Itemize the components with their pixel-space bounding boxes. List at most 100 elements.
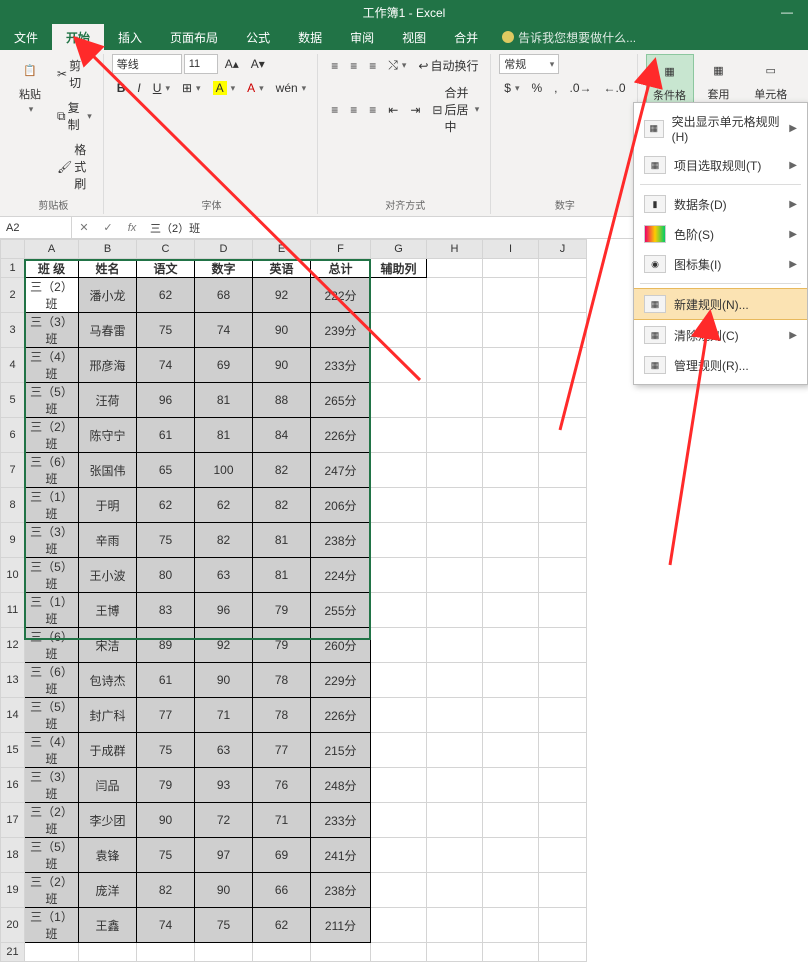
menu-home[interactable]: 开始 bbox=[52, 24, 104, 50]
cell[interactable] bbox=[371, 628, 427, 663]
cell[interactable]: 81 bbox=[195, 418, 253, 453]
cell[interactable] bbox=[483, 259, 539, 278]
cell[interactable]: 三（3）班 bbox=[25, 523, 79, 558]
cell[interactable]: 96 bbox=[195, 593, 253, 628]
enter-fx-button[interactable]: ✓ bbox=[96, 221, 120, 234]
cell[interactable] bbox=[483, 768, 539, 803]
cell[interactable]: 74 bbox=[137, 348, 195, 383]
cell[interactable] bbox=[371, 733, 427, 768]
cell[interactable]: 三（5）班 bbox=[25, 698, 79, 733]
percent-button[interactable]: % bbox=[526, 78, 547, 98]
cell[interactable]: 79 bbox=[253, 628, 311, 663]
cell[interactable]: 65 bbox=[137, 453, 195, 488]
row-16[interactable]: 16 bbox=[1, 768, 25, 803]
cell[interactable] bbox=[539, 259, 587, 278]
cell[interactable]: 三（6）班 bbox=[25, 628, 79, 663]
cell[interactable] bbox=[483, 663, 539, 698]
format-painter-button[interactable]: 🖌 格式刷 bbox=[52, 138, 97, 195]
cell[interactable]: 75 bbox=[137, 838, 195, 873]
cell[interactable]: 68 bbox=[195, 278, 253, 313]
cell[interactable] bbox=[483, 418, 539, 453]
cell[interactable]: 80 bbox=[137, 558, 195, 593]
font-name[interactable]: 等线 bbox=[112, 54, 182, 74]
cell[interactable]: 69 bbox=[253, 838, 311, 873]
cell[interactable]: 汪荷 bbox=[79, 383, 137, 418]
cf-manage-rules[interactable]: ▦管理规则(R)... bbox=[634, 350, 807, 380]
cell[interactable]: 61 bbox=[137, 418, 195, 453]
cell[interactable]: 66 bbox=[253, 873, 311, 908]
cell[interactable] bbox=[371, 943, 427, 962]
cell[interactable]: 三（3）班 bbox=[25, 768, 79, 803]
row-2[interactable]: 2 bbox=[1, 278, 25, 313]
cell[interactable] bbox=[371, 803, 427, 838]
cell[interactable]: 庞洋 bbox=[79, 873, 137, 908]
comma-button[interactable]: , bbox=[549, 78, 562, 98]
cell[interactable]: 总计 bbox=[311, 259, 371, 278]
cell[interactable]: 62 bbox=[195, 488, 253, 523]
cell[interactable]: 222分 bbox=[311, 278, 371, 313]
cell[interactable]: 265分 bbox=[311, 383, 371, 418]
cell[interactable] bbox=[483, 803, 539, 838]
cell[interactable] bbox=[427, 453, 483, 488]
cell[interactable]: 260分 bbox=[311, 628, 371, 663]
cell[interactable]: 数字 bbox=[195, 259, 253, 278]
cell[interactable]: 74 bbox=[137, 908, 195, 943]
col-C[interactable]: C bbox=[137, 240, 195, 259]
cell[interactable]: 239分 bbox=[311, 313, 371, 348]
merge-center-button[interactable]: ⊟ 合并后居中▾ bbox=[427, 81, 484, 138]
cell[interactable] bbox=[371, 908, 427, 943]
row-20[interactable]: 20 bbox=[1, 908, 25, 943]
cell[interactable]: 90 bbox=[137, 803, 195, 838]
min-button[interactable]: — bbox=[772, 2, 802, 22]
underline-button[interactable]: U▾ bbox=[148, 78, 175, 98]
row-9[interactable]: 9 bbox=[1, 523, 25, 558]
currency-button[interactable]: $▾ bbox=[499, 78, 524, 98]
cell[interactable]: 于成群 bbox=[79, 733, 137, 768]
paste-button[interactable]: 📋 粘贴 ▾ bbox=[10, 54, 50, 117]
cell[interactable]: 90 bbox=[253, 313, 311, 348]
cell[interactable]: 三（2）班 bbox=[25, 803, 79, 838]
select-all-corner[interactable] bbox=[1, 240, 25, 259]
cell[interactable] bbox=[539, 698, 587, 733]
cell[interactable]: 62 bbox=[137, 488, 195, 523]
cell[interactable] bbox=[483, 873, 539, 908]
cell[interactable] bbox=[483, 733, 539, 768]
cell[interactable]: 于明 bbox=[79, 488, 137, 523]
cell[interactable]: 82 bbox=[253, 453, 311, 488]
cell[interactable] bbox=[539, 383, 587, 418]
cell[interactable]: 三（4）班 bbox=[25, 733, 79, 768]
row-15[interactable]: 15 bbox=[1, 733, 25, 768]
cell[interactable]: 辅助列 bbox=[371, 259, 427, 278]
fill-color-button[interactable]: A▾ bbox=[208, 78, 241, 98]
cell[interactable]: 闫品 bbox=[79, 768, 137, 803]
align-middle-button[interactable]: ≡ bbox=[345, 54, 362, 77]
cell[interactable]: 王博 bbox=[79, 593, 137, 628]
cell[interactable] bbox=[427, 558, 483, 593]
cell[interactable] bbox=[79, 943, 137, 962]
cell[interactable]: 邢彦海 bbox=[79, 348, 137, 383]
fx-button[interactable]: fx bbox=[120, 222, 144, 234]
dec-decimal-button[interactable]: ←.0 bbox=[599, 78, 631, 98]
cell[interactable]: 89 bbox=[137, 628, 195, 663]
cell[interactable] bbox=[483, 628, 539, 663]
cancel-fx-button[interactable]: ✕ bbox=[72, 221, 96, 234]
cell[interactable]: 238分 bbox=[311, 873, 371, 908]
cell[interactable]: 96 bbox=[137, 383, 195, 418]
cell[interactable]: 226分 bbox=[311, 418, 371, 453]
cell[interactable] bbox=[137, 943, 195, 962]
cell[interactable]: 72 bbox=[195, 803, 253, 838]
cell[interactable] bbox=[371, 348, 427, 383]
cell[interactable]: 92 bbox=[253, 278, 311, 313]
cell[interactable]: 袁锋 bbox=[79, 838, 137, 873]
row-14[interactable]: 14 bbox=[1, 698, 25, 733]
cf-clear-rules[interactable]: ▦清除规则(C)▶ bbox=[634, 320, 807, 350]
cf-icon-sets[interactable]: ◉图标集(I)▶ bbox=[634, 249, 807, 279]
cell[interactable] bbox=[371, 523, 427, 558]
cell[interactable]: 宋洁 bbox=[79, 628, 137, 663]
cell[interactable]: 79 bbox=[137, 768, 195, 803]
cell[interactable]: 62 bbox=[137, 278, 195, 313]
cell[interactable]: 211分 bbox=[311, 908, 371, 943]
row-11[interactable]: 11 bbox=[1, 593, 25, 628]
formula-bar[interactable]: 三（2）班 bbox=[144, 220, 206, 236]
cell[interactable] bbox=[311, 943, 371, 962]
